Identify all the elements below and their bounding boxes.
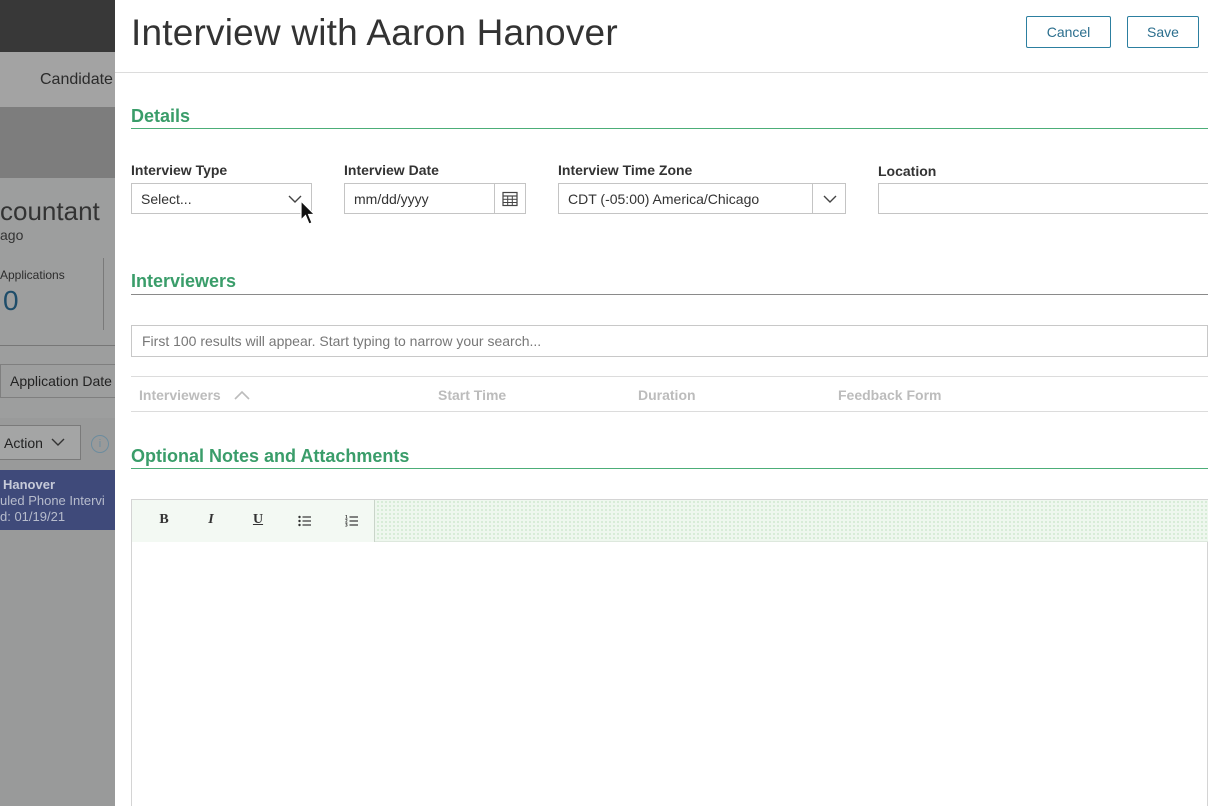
interviewer-search[interactable] (131, 325, 1208, 357)
calendar-button[interactable] (494, 184, 525, 213)
chevron-down-icon (823, 195, 837, 203)
candidate-date: d: 01/19/21 (0, 509, 66, 524)
column-duration[interactable]: Duration (638, 387, 696, 403)
interviewers-heading: Interviewers (131, 271, 237, 291)
interview-date-field[interactable]: mm/dd/yyyy (344, 183, 526, 214)
interview-type-value: Select... (141, 191, 192, 207)
interviewer-search-input[interactable] (132, 326, 1207, 356)
interview-type-label: Interview Type (131, 162, 228, 178)
formatting-group: B I U 1 2 3 (132, 500, 375, 542)
info-icon[interactable]: i (91, 435, 109, 453)
chevron-down-icon (51, 438, 65, 446)
applications-count: 0 (3, 285, 19, 316)
application-date-sort[interactable]: Application Date (0, 364, 115, 398)
candidate-status: uled Phone Intervi (0, 493, 105, 508)
column-start-time[interactable]: Start Time (438, 387, 506, 403)
column-feedback-form[interactable]: Feedback Form (838, 387, 941, 403)
bullet-list-icon (298, 515, 311, 527)
time-zone-label: Interview Time Zone (558, 162, 693, 178)
calendar-icon (502, 191, 518, 207)
column-interviewers[interactable]: Interviewers (139, 387, 221, 403)
job-location: ago (0, 227, 24, 243)
details-divider (131, 128, 1208, 129)
interview-modal: Interview with Aaron Hanover Cancel Save… (115, 0, 1208, 806)
numbered-list-icon: 1 2 3 (345, 515, 358, 528)
notes-divider (131, 468, 1208, 469)
action-label: Action (4, 435, 43, 451)
interview-date-label: Interview Date (344, 162, 439, 178)
time-zone-value: CDT (-05:00) America/Chicago (568, 191, 760, 207)
svg-text:3: 3 (345, 523, 348, 528)
location-input[interactable] (878, 183, 1208, 214)
interviewers-divider (131, 294, 1208, 295)
tab-row-divider (0, 345, 115, 346)
job-title: countant (0, 196, 100, 226)
interview-date-placeholder: mm/dd/yyyy (354, 191, 429, 207)
notes-editor-content[interactable] (132, 542, 1207, 806)
application-date-label: Application Date (10, 373, 112, 389)
save-button[interactable]: Save (1127, 16, 1199, 48)
cancel-button[interactable]: Cancel (1026, 16, 1111, 48)
bullet-list-button[interactable] (293, 512, 317, 532)
background-nav: Candidate (0, 52, 115, 107)
details-heading: Details (131, 106, 191, 126)
time-zone-select[interactable]: CDT (-05:00) America/Chicago (558, 183, 846, 214)
background-page: Candidate countant ago Applications 0 Ap… (0, 0, 115, 806)
modal-header: Interview with Aaron Hanover Cancel Save (115, 0, 1208, 73)
interview-type-select[interactable]: Select... (131, 183, 312, 214)
mouse-cursor-icon (300, 200, 316, 225)
italic-button[interactable]: I (199, 512, 223, 532)
notes-editor[interactable]: B I U 1 2 3 (131, 499, 1208, 806)
editor-toolbar: B I U 1 2 3 (132, 500, 1208, 542)
bold-button[interactable]: B (152, 512, 176, 532)
action-dropdown[interactable]: Action (0, 425, 81, 460)
time-zone-toggle[interactable] (812, 184, 845, 213)
background-topbar (0, 0, 115, 52)
page-title: Interview with Aaron Hanover (131, 12, 618, 53)
stat-divider (103, 258, 104, 330)
interviewers-table-header: Interviewers Start Time Duration Feedbac… (131, 376, 1208, 412)
candidate-name: Hanover (3, 477, 56, 492)
numbered-list-button[interactable]: 1 2 3 (340, 512, 364, 532)
background-band (0, 107, 115, 178)
applications-label: Applications (0, 268, 65, 282)
chevron-up-icon[interactable] (234, 389, 250, 401)
nav-item-candidates[interactable]: Candidate (40, 71, 113, 89)
notes-heading: Optional Notes and Attachments (131, 446, 410, 466)
underline-button[interactable]: U (246, 512, 270, 532)
location-label: Location (878, 163, 937, 179)
